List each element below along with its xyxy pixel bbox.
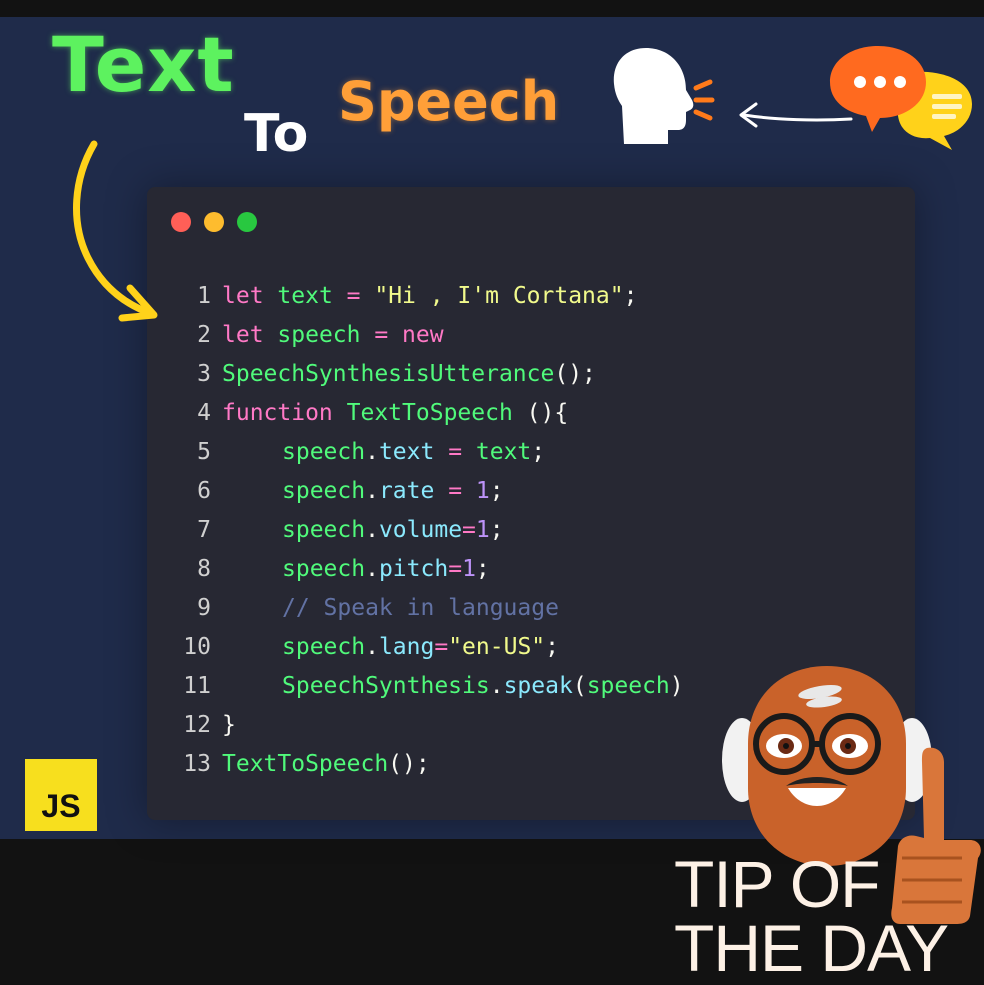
property: volume bbox=[378, 517, 463, 543]
code-line: 11 SpeechSynthesis.speak(speech) bbox=[171, 667, 684, 706]
punctuation: . bbox=[489, 673, 504, 699]
speaking-head-icon bbox=[613, 48, 715, 144]
tip-line-2: THE DAY bbox=[674, 911, 949, 985]
tip-line-1: TIP OF bbox=[674, 847, 880, 921]
code-line: 10 speech.lang="en-US"; bbox=[171, 628, 684, 667]
line-number: 8 bbox=[197, 556, 211, 582]
operator: = bbox=[448, 556, 463, 582]
operator: = bbox=[332, 283, 375, 309]
operator: = bbox=[434, 439, 476, 465]
keyword: function bbox=[222, 400, 333, 426]
punctuation: ) bbox=[669, 673, 684, 699]
operator: = bbox=[434, 478, 476, 504]
punctuation: . bbox=[365, 439, 379, 465]
js-logo-label: JS bbox=[41, 788, 81, 824]
property: text bbox=[378, 439, 435, 465]
speech-bubbles-icon bbox=[830, 46, 972, 150]
code-line: 5 speech.text = text; bbox=[171, 433, 684, 472]
identifier: text bbox=[277, 283, 333, 309]
identifier: speech bbox=[282, 634, 366, 660]
number-literal: 1 bbox=[475, 478, 490, 504]
identifier: TextToSpeech bbox=[346, 400, 513, 426]
code-block: 1 let text = "Hi , I'm Cortana"; 2 let spe… bbox=[171, 277, 684, 784]
keyword: let bbox=[222, 322, 264, 348]
keyword: new bbox=[402, 322, 444, 348]
identifier: SpeechSynthesis bbox=[282, 673, 490, 699]
line-number: 4 bbox=[197, 400, 211, 426]
code-line: 9 // Speak in language bbox=[171, 589, 684, 628]
identifier: SpeechSynthesisUtterance bbox=[222, 361, 555, 387]
line-number: 5 bbox=[197, 439, 211, 465]
punctuation: ; bbox=[623, 283, 638, 309]
punctuation: . bbox=[365, 478, 379, 504]
punctuation: . bbox=[365, 517, 379, 543]
number-literal: 1 bbox=[475, 517, 490, 543]
title-to: To bbox=[244, 104, 309, 164]
string-literal: "Hi , I'm Cortana" bbox=[374, 283, 624, 309]
punctuation: (); bbox=[388, 751, 430, 777]
identifier: speech bbox=[282, 517, 366, 543]
code-line: 4 function TextToSpeech (){ bbox=[171, 394, 684, 433]
code-comment: // Speak in language bbox=[282, 595, 559, 621]
title-text: Text bbox=[52, 20, 235, 109]
line-number: 13 bbox=[183, 751, 211, 777]
line-number: 3 bbox=[197, 361, 211, 387]
line-number: 12 bbox=[183, 712, 211, 738]
keyword: let bbox=[222, 283, 264, 309]
code-line: 1 let text = "Hi , I'm Cortana"; bbox=[171, 277, 684, 316]
code-line: 6 speech.rate = 1; bbox=[171, 472, 684, 511]
js-logo: JS bbox=[25, 759, 97, 831]
operator: = bbox=[360, 322, 403, 348]
line-number: 9 bbox=[197, 595, 211, 621]
tip-of-the-day: TIP OF THE DAY bbox=[674, 847, 949, 985]
line-number: 7 bbox=[197, 517, 211, 543]
punctuation: . bbox=[365, 634, 379, 660]
code-line: 13 TextToSpeech(); bbox=[171, 745, 684, 784]
punctuation: . bbox=[365, 556, 379, 582]
line-number: 10 bbox=[183, 634, 211, 660]
punctuation: ; bbox=[545, 634, 559, 660]
title-speech: Speech bbox=[338, 70, 560, 133]
curved-arrow-icon bbox=[73, 140, 158, 322]
line-number: 2 bbox=[197, 322, 211, 348]
punctuation: (); bbox=[554, 361, 596, 387]
punctuation: ; bbox=[489, 517, 504, 543]
code-line: 7 speech.volume=1; bbox=[171, 511, 684, 550]
punctuation: ; bbox=[475, 556, 490, 582]
punctuation: (){ bbox=[512, 400, 569, 426]
property: rate bbox=[378, 478, 435, 504]
maximize-dot bbox=[237, 212, 257, 232]
close-dot bbox=[171, 212, 191, 232]
identifier: speech bbox=[586, 673, 670, 699]
property: speak bbox=[503, 673, 573, 699]
code-line: 3 SpeechSynthesisUtterance(); bbox=[171, 355, 684, 394]
code-line: 12} bbox=[171, 706, 684, 745]
property: pitch bbox=[378, 556, 449, 582]
line-number: 6 bbox=[197, 478, 211, 504]
operator: = bbox=[462, 517, 476, 543]
identifier: speech bbox=[277, 322, 361, 348]
property: lang bbox=[378, 634, 435, 660]
identifier: speech bbox=[282, 439, 366, 465]
top-bar bbox=[0, 0, 984, 17]
identifier: text bbox=[475, 439, 532, 465]
identifier: TextToSpeech bbox=[222, 751, 389, 777]
identifier: speech bbox=[282, 556, 366, 582]
identifier: speech bbox=[282, 478, 366, 504]
punctuation: ( bbox=[572, 673, 587, 699]
operator: = bbox=[434, 634, 449, 660]
string-literal: "en-US" bbox=[448, 634, 546, 660]
punctuation: } bbox=[222, 712, 236, 738]
number-literal: 1 bbox=[462, 556, 476, 582]
minimize-dot bbox=[204, 212, 224, 232]
punctuation: ; bbox=[531, 439, 546, 465]
code-line: 2 let speech = new bbox=[171, 316, 684, 355]
line-number: 1 bbox=[197, 283, 211, 309]
punctuation: ; bbox=[489, 478, 504, 504]
line-number: 11 bbox=[183, 673, 211, 699]
code-line: 8 speech.pitch=1; bbox=[171, 550, 684, 589]
